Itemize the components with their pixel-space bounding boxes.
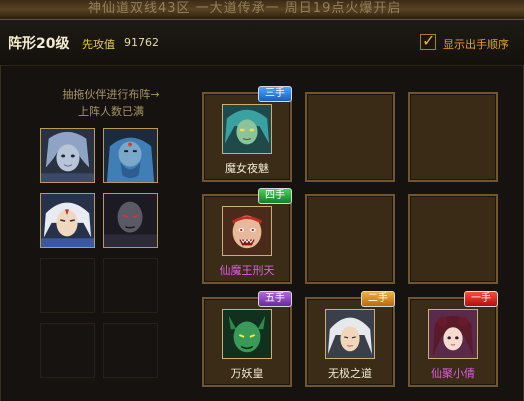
formation-cell-6[interactable]	[408, 194, 498, 284]
roster-slot-1[interactable]	[40, 128, 95, 183]
order-tag: 一手	[464, 291, 498, 307]
formation-header: 阵形20级 先攻值 91762 ✓ 显示出手顺序	[0, 20, 524, 66]
witch-hero-portrait	[223, 105, 271, 153]
top-banner: 神仙道双线43区 一大道传承一 周日19点火爆开启	[0, 0, 524, 20]
formation-cell-8[interactable]: 二手 无极之道	[305, 291, 395, 387]
formation-cell-9[interactable]: 一手 仙聚小倩	[408, 291, 498, 387]
blue-haired-female-portrait	[41, 129, 94, 182]
show-order-checkbox[interactable]: ✓	[420, 31, 436, 50]
attack-label: 先攻值	[82, 38, 115, 51]
hero-portrait	[428, 309, 478, 359]
white-haired-hero-portrait	[326, 310, 374, 358]
formation-title: 阵形20级	[8, 36, 70, 52]
hero-portrait	[222, 206, 272, 256]
banner-text: 神仙道双线43区 一大道传承一 周日19点火爆开启	[88, 1, 402, 16]
formation-cell-3[interactable]	[408, 92, 498, 182]
formation-hint: 抽拖伙伴进行布阵→ 上阵人数已满	[36, 86, 186, 120]
roster-slot-3[interactable]	[40, 193, 95, 248]
white-haired-male-portrait	[41, 194, 94, 247]
roster-slot-2[interactable]	[103, 128, 158, 183]
dark-skinned-warrior-portrait	[104, 194, 157, 247]
roster-slot-4[interactable]	[103, 193, 158, 248]
roster-slot-7[interactable]	[40, 323, 95, 378]
formation-cell-5[interactable]	[305, 194, 395, 284]
show-order-label[interactable]: 显示出手顺序	[443, 36, 509, 52]
attack-value: 91762	[124, 36, 159, 49]
hero-name: 仙魔王刑天	[219, 264, 275, 277]
hint-line-2: 上阵人数已满	[78, 105, 144, 118]
roster-slot-8[interactable]	[103, 323, 158, 378]
hero-name: 仙聚小倩	[431, 367, 475, 380]
hero-name: 魔女夜魅	[225, 162, 269, 175]
roster-slot-5[interactable]	[40, 258, 95, 313]
order-tag: 四手	[258, 188, 292, 204]
hero-name: 无极之道	[328, 367, 372, 380]
formation-cell-1[interactable]: 三手 魔女夜魅	[202, 86, 292, 182]
formation-cell-4[interactable]: 四手 仙魔王刑天	[202, 188, 292, 284]
formation-cell-2[interactable]	[305, 92, 395, 182]
roster-slot-6[interactable]	[103, 258, 158, 313]
hero-portrait	[325, 309, 375, 359]
hero-portrait	[222, 104, 272, 154]
hero-portrait	[222, 309, 272, 359]
hero-name: 万妖皇	[230, 367, 264, 380]
hint-line-1: 抽拖伙伴进行布阵→	[62, 88, 160, 101]
demon-king-hero-portrait	[223, 207, 271, 255]
order-tag: 三手	[258, 86, 292, 102]
blue-bearded-elder-portrait	[104, 129, 157, 182]
formation-cell-7[interactable]: 五手 万妖皇	[202, 291, 292, 387]
order-tag: 五手	[258, 291, 292, 307]
fairy-girl-hero-portrait	[429, 310, 477, 358]
monster-emperor-hero-portrait	[223, 310, 271, 358]
check-icon: ✓	[422, 31, 436, 50]
order-tag: 二手	[361, 291, 395, 307]
